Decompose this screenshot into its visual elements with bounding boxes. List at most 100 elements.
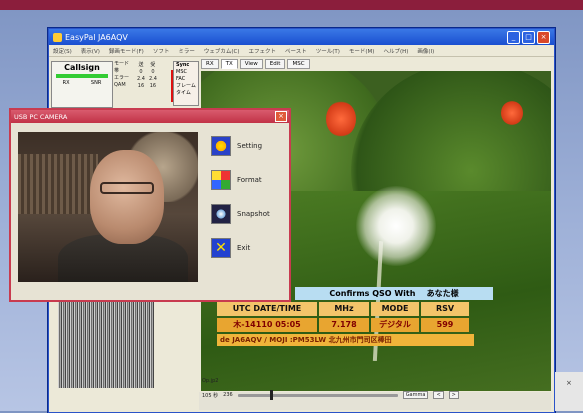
- bookshelf: [18, 154, 98, 214]
- count-value: 236: [223, 392, 233, 398]
- qso-value: 7.178: [319, 318, 369, 332]
- person-head: [90, 150, 164, 244]
- sync-item: FAC: [176, 76, 186, 82]
- next-icon[interactable]: >: [448, 391, 459, 399]
- qso-value: 木-14110 05:05: [217, 318, 317, 332]
- grid-cell: 16: [137, 83, 145, 89]
- snr-label: SNR: [90, 80, 102, 86]
- callsign-box: Callsign RX SNR: [51, 61, 113, 108]
- sync-indicator: [171, 70, 173, 102]
- red-flower: [501, 101, 523, 125]
- grid-cell: 2.4: [148, 76, 157, 82]
- grid-cell: 0: [139, 69, 143, 75]
- mode-label: モード: [114, 61, 130, 67]
- red-flower: [326, 101, 356, 137]
- qso-header-text: Confirms QSO With: [329, 289, 416, 298]
- sync-box: Sync MSC FAC フレーム タイム: [171, 61, 199, 106]
- camera-title: USB PC CAMERA: [14, 112, 68, 121]
- menu-item[interactable]: ツール(T): [316, 47, 340, 55]
- maximize-button[interactable]: □: [522, 30, 535, 44]
- exit-label: Exit: [237, 244, 251, 252]
- qso-col-header: UTC DATE/TIME: [217, 302, 317, 316]
- qso-header: Confirms QSO With あなた様: [295, 287, 493, 300]
- mode-labels: モード 帯 エラー QAM: [114, 61, 129, 89]
- grid-cell: 2.4: [137, 76, 145, 82]
- menu-item[interactable]: 画像(I): [417, 47, 434, 55]
- window-titlebar[interactable]: EasyPal JA6AQV _ □ ×: [49, 29, 554, 45]
- progress-slider[interactable]: [237, 389, 398, 400]
- close-button[interactable]: ×: [537, 30, 550, 44]
- callsign-label: Callsign: [64, 63, 100, 72]
- setting-button[interactable]: Setting: [211, 136, 270, 156]
- menu-item[interactable]: 録画モード(F): [109, 47, 144, 55]
- usb-camera-window: USB PC CAMERA × Setting Format Snapshot …: [9, 108, 291, 302]
- app-icon: [53, 32, 62, 42]
- menu-item[interactable]: ペースト: [285, 47, 307, 55]
- qso-recipient: あなた様: [426, 289, 459, 298]
- waterfall-display: [58, 302, 154, 388]
- camera-controls: Setting Format Snapshot ✕ Exit: [211, 136, 270, 258]
- qso-value: デジタル: [371, 318, 419, 332]
- menu-item[interactable]: 設定(S): [53, 47, 72, 55]
- tab-view[interactable]: View: [239, 59, 263, 69]
- rx-label: RX: [62, 80, 70, 86]
- camera-titlebar[interactable]: USB PC CAMERA ×: [11, 110, 289, 123]
- qso-de-line: de JA6AQV / MOJI :PM53LW 北九州市門司区棒田: [217, 334, 474, 346]
- grid-cell: 受: [150, 62, 156, 68]
- qso-col-header: MHz: [319, 302, 369, 316]
- menu-item[interactable]: ウェブカム(C): [204, 47, 240, 55]
- tab-tx[interactable]: TX: [220, 59, 238, 69]
- exit-button[interactable]: ✕ Exit: [211, 238, 270, 258]
- gamma-button[interactable]: Gamma: [402, 391, 429, 399]
- tab-edit[interactable]: Edit: [264, 59, 286, 69]
- exit-icon: ✕: [211, 238, 231, 258]
- glasses: [100, 182, 154, 194]
- slider-thumb[interactable]: [269, 389, 273, 400]
- mode-label: エラー: [114, 75, 130, 81]
- taskbar-fragment: [555, 372, 583, 411]
- minimize-button[interactable]: _: [507, 30, 520, 44]
- menu-item[interactable]: ヘルプ(H): [383, 47, 408, 55]
- menu-bar: 設定(S) 表示(V) 録画モード(F) ソフト ミラー ウェブカム(C) エフ…: [49, 45, 554, 57]
- rx-level-bar: [56, 74, 108, 78]
- menu-item[interactable]: モード(M): [349, 47, 375, 55]
- menu-item[interactable]: 表示(V): [81, 47, 100, 55]
- window-title: EasyPal JA6AQV: [65, 32, 128, 42]
- camera-close-button[interactable]: ×: [275, 111, 287, 122]
- bottom-controls: 105 秒 236 Gamma < >: [202, 389, 502, 401]
- menu-item[interactable]: ミラー: [178, 47, 195, 55]
- close-icon[interactable]: ×: [566, 379, 572, 387]
- status-panel: Callsign RX SNR モード 帯 エラー QAM 送 0 2.4 16…: [51, 59, 199, 109]
- top-bar: [0, 0, 583, 10]
- setting-label: Setting: [237, 142, 263, 150]
- dandelion-seedhead: [356, 186, 436, 266]
- format-label: Format: [237, 176, 262, 184]
- grid-cell: 送: [138, 62, 144, 68]
- status-grid: 送 0 2.4 16 受 0 2.4 16: [137, 61, 157, 89]
- mode-label: QAM: [114, 82, 126, 88]
- timer-value: 105 秒: [202, 392, 219, 399]
- qso-col-header: MODE: [371, 302, 419, 316]
- sync-item: タイム: [176, 90, 191, 96]
- tab-msc[interactable]: MSC: [287, 59, 310, 69]
- sync-item: フレーム: [176, 83, 196, 89]
- menu-item[interactable]: エフェクト: [249, 47, 277, 55]
- qso-col-header: RSV: [421, 302, 469, 316]
- grid-cell: 0: [151, 69, 155, 75]
- snapshot-button[interactable]: Snapshot: [211, 204, 270, 224]
- format-button[interactable]: Format: [211, 170, 270, 190]
- prev-icon[interactable]: <: [433, 391, 444, 399]
- snapshot-label: Snapshot: [237, 210, 270, 218]
- tab-rx[interactable]: RX: [201, 59, 219, 69]
- sync-header: Sync: [176, 62, 190, 68]
- qso-value: 599: [421, 318, 469, 332]
- camera-icon: [211, 204, 231, 224]
- menu-item[interactable]: ソフト: [153, 47, 170, 55]
- sync-item: MSC: [176, 69, 187, 75]
- mode-label: 帯: [114, 68, 120, 74]
- tab-bar: RX TX View Edit MSC: [201, 59, 310, 69]
- setting-icon: [211, 136, 231, 156]
- filename-label: Op.jp2: [202, 378, 219, 384]
- grid-cell: 16: [149, 83, 157, 89]
- webcam-video: [18, 132, 198, 282]
